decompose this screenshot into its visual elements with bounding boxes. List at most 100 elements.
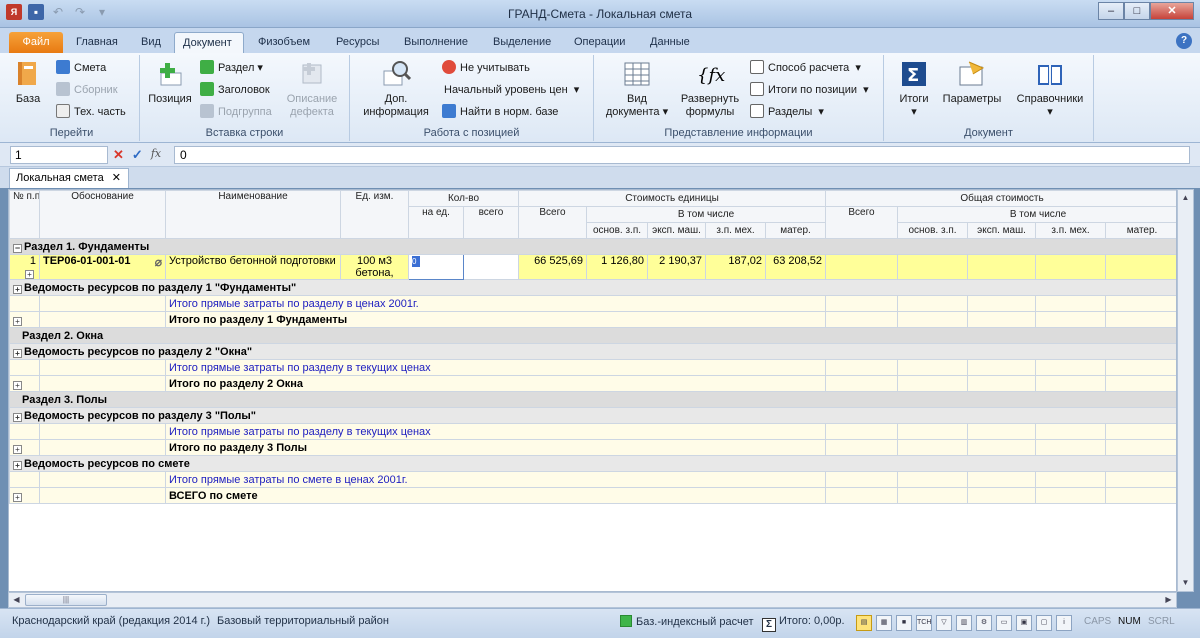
ne-uchityvat-button[interactable]: Не учитывать: [442, 59, 530, 77]
vid-dokumenta-button[interactable]: Вид документа ▾: [602, 59, 672, 119]
expand-icon[interactable]: +: [13, 316, 22, 326]
print-icon[interactable]: ▭: [996, 615, 1012, 631]
filter-icon[interactable]: ▽: [936, 615, 952, 631]
confirm-edit-icon[interactable]: ✓: [132, 147, 143, 163]
razdel-button[interactable]: Раздел ▾: [200, 59, 263, 77]
grand-total-row[interactable]: + ВСЕГО по смете: [9, 487, 1176, 504]
position-name[interactable]: Устройство бетонной подготовки: [165, 254, 341, 280]
direct-costs-row[interactable]: Итого прямые затраты по разделу в текущи…: [9, 359, 1176, 376]
tab-fizobem[interactable]: Физобъем: [250, 32, 318, 53]
dop-info-button[interactable]: Доп. информация: [362, 59, 430, 119]
chart-icon[interactable]: ▥: [956, 615, 972, 631]
maximize-button[interactable]: □: [1124, 2, 1150, 20]
expand-icon[interactable]: +: [13, 412, 22, 422]
expand-icon[interactable]: +: [13, 348, 22, 358]
baza-button[interactable]: База: [10, 59, 46, 106]
scroll-thumb[interactable]: |||: [25, 594, 107, 606]
nach-uroven-button[interactable]: Начальный уровень цен ▾: [444, 81, 579, 99]
expand-icon[interactable]: +: [25, 270, 34, 279]
tech-part-button[interactable]: Тех. часть: [56, 103, 126, 121]
parametry-button[interactable]: Параметры: [940, 59, 1004, 106]
resource-sheet-row[interactable]: + Ведомость ресурсов по разделу 3 "Полы": [9, 407, 1176, 424]
resource-sheet-row[interactable]: + Ведомость ресурсов по разделу 2 "Окна": [9, 343, 1176, 360]
function-icon[interactable]: fx: [151, 147, 161, 163]
position-zpmeh[interactable]: 187,02: [705, 254, 766, 280]
vertical-scrollbar[interactable]: ▲ ▼: [1177, 189, 1194, 592]
scroll-up-icon[interactable]: ▲: [1178, 190, 1193, 206]
expand-icon[interactable]: +: [13, 444, 22, 454]
naiti-v-baze-button[interactable]: Найти в норм. базе: [442, 103, 558, 121]
close-button[interactable]: ✕: [1150, 2, 1194, 20]
position-unit[interactable]: 100 м3 бетона,: [340, 254, 409, 280]
direct-costs-row[interactable]: Итого прямые затраты по разделу в текущи…: [9, 423, 1176, 440]
tab-execution[interactable]: Выполнение: [396, 32, 476, 53]
direct-costs-row[interactable]: Итого прямые затраты по разделу в ценах …: [9, 295, 1176, 312]
razvernut-formuly-button[interactable]: {fx} Развернуть формулы: [678, 59, 742, 119]
sbornik-button[interactable]: Сборник: [56, 81, 118, 99]
expand-icon[interactable]: +: [13, 380, 22, 390]
tsn-icon[interactable]: ТСН: [916, 615, 932, 631]
help-icon[interactable]: ?: [1176, 33, 1192, 49]
direct-costs-row[interactable]: Итого прямые затраты по смете в ценах 20…: [9, 471, 1176, 488]
tab-view[interactable]: Вид: [133, 32, 169, 53]
position-mater[interactable]: 63 208,52: [764, 254, 827, 280]
cell-name-box[interactable]: 1: [10, 146, 108, 164]
section-row[interactable]: Раздел 2. Окна: [9, 327, 1176, 344]
position-unit-total[interactable]: 66 525,69: [518, 254, 587, 280]
position-eksp[interactable]: 2 190,37: [647, 254, 706, 280]
itogi-button[interactable]: Σ Итоги ▾: [892, 59, 936, 119]
position-osnov[interactable]: 1 126,80: [586, 254, 648, 280]
expand-icon[interactable]: +: [13, 284, 22, 294]
collapse-icon[interactable]: −: [13, 243, 22, 253]
sposob-rascheta-button[interactable]: Способ расчета ▾: [750, 59, 861, 77]
tab-local-estimate[interactable]: Локальная смета ✕: [9, 168, 129, 188]
position-row[interactable]: 1 + ТЕР06-01-001-01 ⌀ Устройство бетонной…: [9, 254, 1176, 280]
itogi-po-pozicii-button[interactable]: Итоги по позиции ▾: [750, 81, 869, 99]
expand-icon[interactable]: +: [13, 460, 22, 470]
flag-icon[interactable]: ■: [896, 615, 912, 631]
section-total-row[interactable]: + Итого по разделу 1 Фундаменты: [9, 311, 1176, 328]
tab-operations[interactable]: Операции: [566, 32, 633, 53]
position-qty-total[interactable]: [463, 254, 519, 280]
spravochniki-button[interactable]: Справочники ▾: [1012, 59, 1088, 119]
razdely-button[interactable]: Разделы ▾: [750, 103, 824, 121]
smeta-button[interactable]: Смета: [56, 59, 106, 77]
paperclip-icon[interactable]: ⌀: [155, 256, 162, 270]
section-row[interactable]: − Раздел 1. Фундаменты: [9, 238, 1176, 255]
tab-resources[interactable]: Ресурсы: [328, 32, 387, 53]
settings-icon[interactable]: ⚙: [976, 615, 992, 631]
section-total-row[interactable]: + Итого по разделу 3 Полы: [9, 439, 1176, 456]
tab-document[interactable]: Документ: [174, 32, 244, 53]
status-calc-method[interactable]: Баз.-индексный расчет: [620, 615, 753, 628]
status-region[interactable]: Краснодарский край (редакция 2014 г.): [12, 615, 210, 627]
close-tab-icon[interactable]: ✕: [112, 169, 121, 187]
position-qty-edit[interactable]: 0: [408, 254, 464, 280]
tab-home[interactable]: Главная: [68, 32, 126, 53]
resource-sheet-row[interactable]: + Ведомость ресурсов по разделу 1 "Фундам…: [9, 279, 1176, 296]
podgruppa-button[interactable]: Подгруппа: [200, 103, 272, 121]
expand-icon[interactable]: +: [13, 492, 22, 502]
scroll-right-icon[interactable]: ▶: [1161, 593, 1176, 607]
status-district[interactable]: Базовый территориальный район: [217, 615, 389, 627]
horizontal-scrollbar[interactable]: ◀ ||| ▶: [8, 592, 1177, 608]
position-code[interactable]: ТЕР06-01-001-01 ⌀: [39, 254, 166, 280]
tab-file[interactable]: Файл: [9, 32, 63, 53]
grid-view-icon[interactable]: ▦: [876, 615, 892, 631]
window-icon[interactable]: ▢: [1036, 615, 1052, 631]
status-total[interactable]: Σ Итого: 0,00р.: [762, 615, 845, 632]
page-view-icon[interactable]: ▤: [856, 615, 872, 631]
scroll-down-icon[interactable]: ▼: [1178, 575, 1193, 591]
tab-selection[interactable]: Выделение: [485, 32, 559, 53]
cancel-edit-icon[interactable]: ✕: [113, 147, 124, 163]
info-icon[interactable]: i: [1056, 615, 1072, 631]
tab-data[interactable]: Данные: [642, 32, 698, 53]
opisanie-defekta-button[interactable]: Описание дефекта: [282, 59, 342, 119]
position-number[interactable]: 1 +: [9, 254, 40, 280]
section-total-row[interactable]: + Итого по разделу 2 Окна: [9, 375, 1176, 392]
export-icon[interactable]: ▣: [1016, 615, 1032, 631]
minimize-button[interactable]: –: [1098, 2, 1124, 20]
zagolovok-button[interactable]: Заголовок: [200, 81, 270, 99]
formula-input[interactable]: 0: [174, 146, 1190, 164]
pozitsiya-button[interactable]: Позиция: [144, 59, 196, 106]
resource-sheet-row[interactable]: + Ведомость ресурсов по смете: [9, 455, 1176, 472]
